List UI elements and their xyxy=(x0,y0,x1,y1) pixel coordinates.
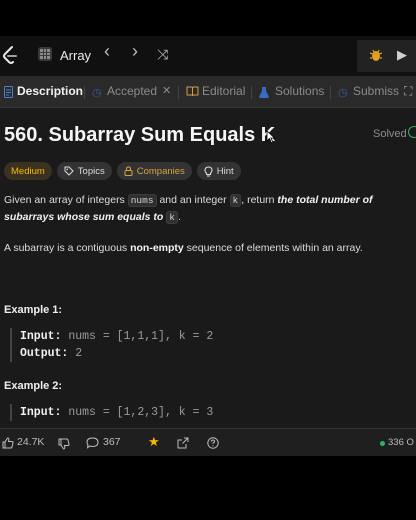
topics-label: Topics xyxy=(77,165,105,177)
inline-code: k xyxy=(166,211,178,224)
input-value: nums = [1,1,1], k = 2 xyxy=(61,330,214,343)
input-label: Input: xyxy=(20,406,62,419)
document-icon xyxy=(4,86,13,98)
companies-chip[interactable]: Companies xyxy=(116,162,192,180)
tab-description[interactable]: Description xyxy=(17,84,83,98)
tab-editorial[interactable]: Editorial xyxy=(202,84,245,98)
flask-icon xyxy=(259,87,269,98)
inline-code: nums xyxy=(127,194,157,207)
tab-divider xyxy=(330,86,331,99)
online-status-dot xyxy=(380,441,385,446)
text-span: and an integer xyxy=(156,194,230,206)
debug-bug-icon[interactable] xyxy=(368,47,384,63)
leetcode-problem-panel: Array ‹ › ⤨ ▶ Description ◷ Accepted ✕ E… xyxy=(0,36,416,456)
example-2-block: Input: nums = [1,2,3], k = 3 xyxy=(10,404,213,421)
run-controls xyxy=(357,40,416,72)
share-icon[interactable] xyxy=(177,437,189,449)
input-label: Input: xyxy=(20,330,62,343)
problem-description: 560. Subarray Sum Equals K Solved Medium… xyxy=(0,108,416,434)
difficulty-label: Medium xyxy=(11,165,45,177)
top-bar: Array ‹ › ⤨ ▶ xyxy=(0,36,416,76)
tab-divider xyxy=(84,86,85,99)
next-problem-icon[interactable]: › xyxy=(132,42,138,60)
difficulty-badge: Medium xyxy=(4,162,52,180)
solved-status: Solved xyxy=(373,128,407,140)
tab-accepted[interactable]: Accepted xyxy=(107,84,157,98)
comment-count: 367 xyxy=(103,436,121,448)
like-count: 24.7K xyxy=(17,436,45,448)
text-span: Given an array of integers xyxy=(4,194,128,206)
example-2-heading: Example 2: xyxy=(4,380,63,392)
lock-icon xyxy=(124,166,133,176)
thumbs-up-icon[interactable] xyxy=(2,437,14,449)
leetcode-logo-icon[interactable] xyxy=(2,45,18,65)
lightbulb-icon xyxy=(204,165,213,176)
online-count: 336 O xyxy=(388,437,414,448)
problem-list-title[interactable]: Array xyxy=(60,48,91,63)
hint-chip[interactable]: Hint xyxy=(196,162,241,180)
text-span: . xyxy=(177,211,181,223)
inline-code: k xyxy=(229,194,242,207)
tag-chips: Medium Topics Companies Hint xyxy=(4,162,241,180)
hint-label: Hint xyxy=(216,165,234,177)
prev-problem-icon[interactable]: ‹ xyxy=(104,42,110,60)
output-label: Output: xyxy=(20,347,69,360)
clock-icon: ◷ xyxy=(92,87,102,99)
example-1-input: Input: nums = [1,1,1], k = 2 xyxy=(20,328,213,345)
tab-divider xyxy=(251,86,252,99)
problem-list-icon[interactable] xyxy=(38,47,52,61)
tab-divider xyxy=(178,86,179,99)
bottom-bar: 24.7K 367 ★ 336 O xyxy=(0,428,416,456)
problem-title: 560. Subarray Sum Equals K xyxy=(4,124,276,146)
example-1-block: Input: nums = [1,1,1], k = 2 Output: 2 xyxy=(10,328,213,362)
book-icon xyxy=(186,86,199,97)
run-icon[interactable]: ▶ xyxy=(397,47,407,63)
description-paragraph-2: A subarray is a contiguous non-empty seq… xyxy=(4,240,408,257)
favorite-star-icon[interactable]: ★ xyxy=(148,434,160,450)
example-2-input: Input: nums = [1,2,3], k = 3 xyxy=(20,404,213,421)
mouse-cursor-icon xyxy=(266,130,276,144)
input-value: nums = [1,2,3], k = 3 xyxy=(61,406,214,419)
tag-icon xyxy=(64,166,74,176)
history-icon: ◷ xyxy=(338,87,348,99)
check-circle-icon xyxy=(408,126,416,138)
help-circle-icon[interactable] xyxy=(207,437,219,449)
tab-submissions[interactable]: Submiss xyxy=(353,84,399,98)
tab-bar: Description ◷ Accepted ✕ Editorial Solut… xyxy=(0,76,416,108)
description-paragraph-1: Given an array of integers nums and an i… xyxy=(4,192,408,226)
thumbs-down-icon[interactable] xyxy=(58,438,70,450)
bold-text: non-empty xyxy=(130,242,184,254)
text-span: A subarray is a contiguous xyxy=(4,242,131,254)
topics-chip[interactable]: Topics xyxy=(56,162,112,180)
comment-icon[interactable] xyxy=(86,437,99,449)
example-1-output: Output: 2 xyxy=(20,345,213,362)
tab-solutions[interactable]: Solutions xyxy=(275,84,324,98)
expand-icon[interactable]: ⛶ xyxy=(404,84,412,99)
close-tab-icon[interactable]: ✕ xyxy=(162,84,171,97)
output-value: 2 xyxy=(68,347,83,360)
text-span: sequence of elements within an array. xyxy=(183,242,363,254)
text-span: , return xyxy=(241,194,278,206)
example-1-heading: Example 1: xyxy=(4,304,63,316)
shuffle-icon[interactable]: ⤨ xyxy=(157,46,168,62)
companies-label: Companies xyxy=(136,165,185,177)
